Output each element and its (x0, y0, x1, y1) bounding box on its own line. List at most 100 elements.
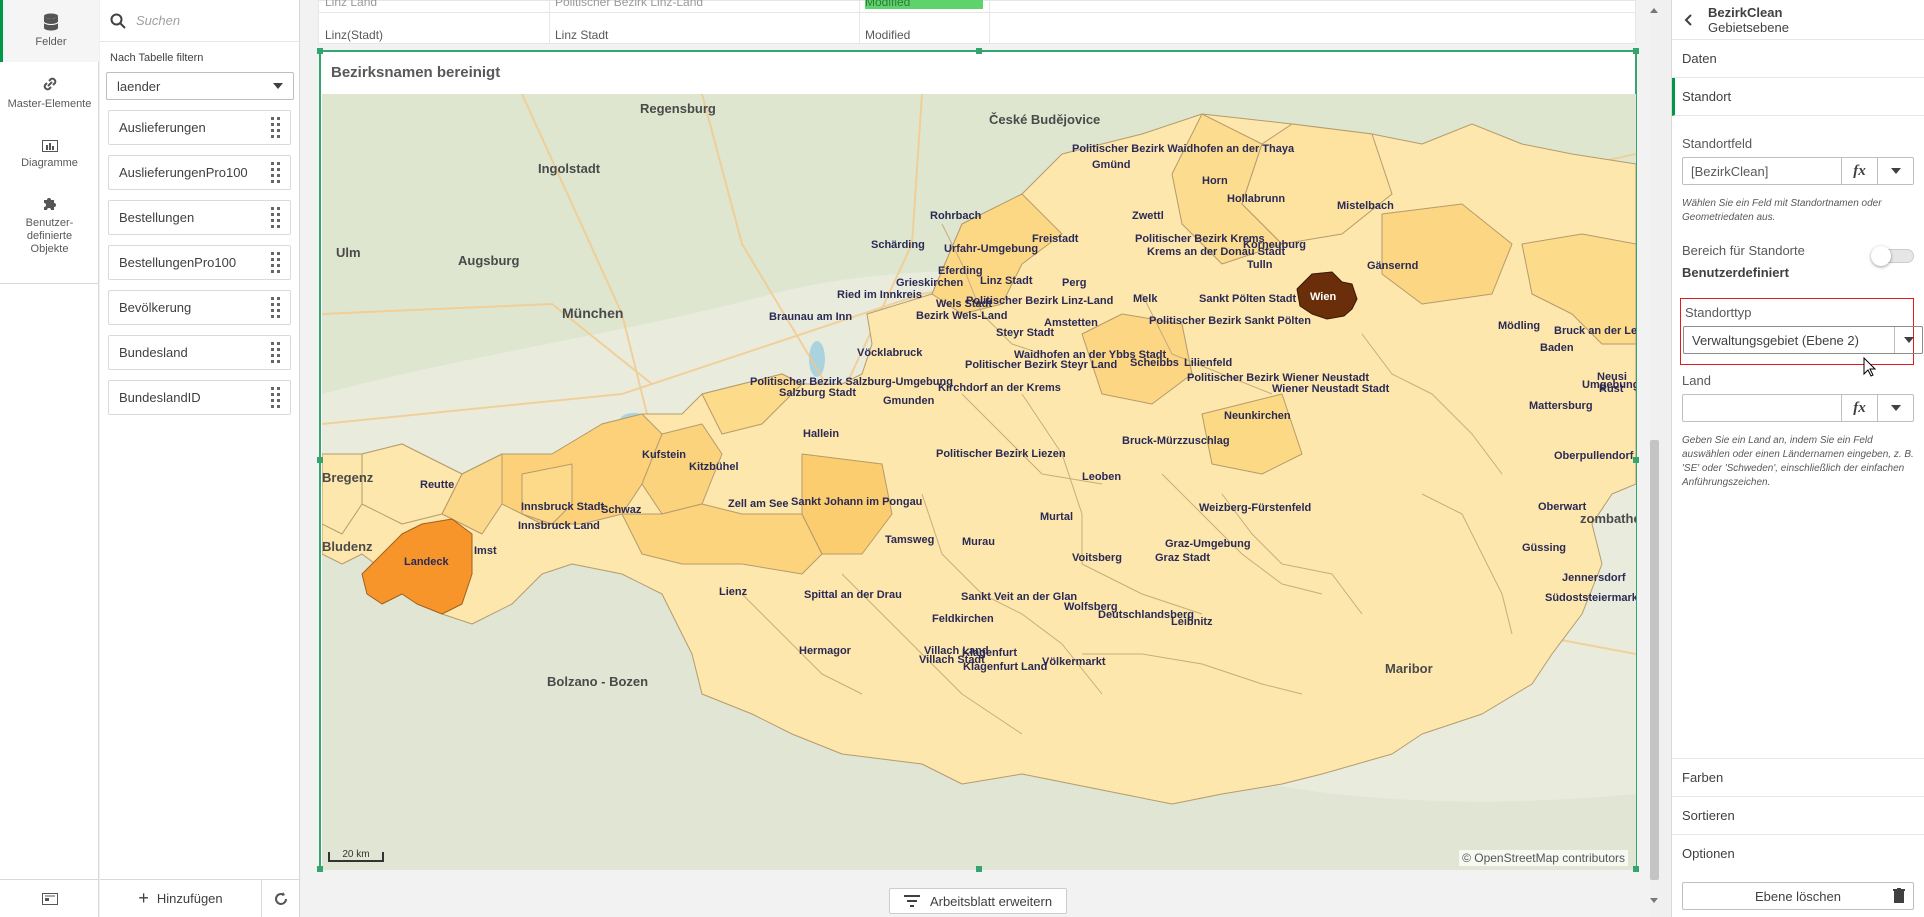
drag-handle-icon[interactable] (271, 297, 280, 318)
district-label[interactable]: Imst (474, 545, 497, 557)
add-button[interactable]: + Hinzufügen (100, 880, 262, 917)
field-item[interactable]: AuslieferungenPro100 (108, 155, 291, 190)
section-sortieren[interactable]: Sortieren (1672, 796, 1924, 834)
district-label[interactable]: Politischer Bezirk Waidhofen an der Thay… (1072, 143, 1295, 155)
range-toggle[interactable] (1871, 246, 1914, 266)
district-label[interactable]: Salzburg Stadt (779, 387, 856, 399)
rail-item-charts[interactable]: Diagramme (0, 124, 99, 186)
resize-handle[interactable] (1633, 48, 1639, 54)
district-label[interactable]: Graz Stadt (1155, 552, 1210, 564)
rail-bottom-button[interactable] (0, 879, 99, 917)
district-label[interactable]: Ried im Innkreis (837, 289, 922, 301)
district-label[interactable]: Korneuburg (1243, 239, 1306, 251)
district-label[interactable]: Grieskirchen (896, 277, 964, 289)
land-value[interactable] (1683, 395, 1841, 421)
district-label[interactable]: Vöcklabruck (857, 347, 923, 359)
district-label[interactable]: Scheibbs (1130, 357, 1179, 369)
district-label[interactable]: Neunkirchen (1224, 410, 1291, 422)
district-label[interactable]: Murau (962, 536, 995, 548)
district-label[interactable]: Sankt Pölten Stadt (1199, 293, 1297, 305)
district-label[interactable]: Mödling (1498, 320, 1540, 332)
district-label[interactable]: Güssing (1522, 542, 1566, 554)
district-label[interactable]: Kufstein (642, 449, 686, 461)
field-item[interactable]: BundeslandID (108, 380, 291, 415)
district-label[interactable]: Lienz (719, 586, 748, 598)
district-label[interactable]: Wels Stadt (936, 298, 992, 310)
district-label[interactable]: Leibnitz (1171, 616, 1213, 628)
resize-handle[interactable] (317, 48, 323, 54)
district-label[interactable]: Gmunden (883, 395, 935, 407)
district-label[interactable]: Gänsernd (1367, 260, 1418, 272)
standortfeld-input[interactable]: [BezirkClean] fx (1682, 157, 1914, 185)
district-label[interactable]: Kirchdorf an der Krems (938, 382, 1061, 394)
district-label[interactable]: Voitsberg (1072, 552, 1122, 564)
drag-handle-icon[interactable] (271, 207, 280, 228)
district-label[interactable]: Graz-Umgebung (1165, 538, 1251, 550)
fx-button[interactable]: fx (1841, 395, 1877, 421)
resize-handle[interactable] (976, 48, 982, 54)
district-label[interactable]: Politischer Bezirk Steyr Land (965, 359, 1117, 371)
district-label[interactable]: Rohrbach (930, 210, 982, 222)
district-label[interactable]: Hallein (803, 428, 839, 440)
district-label[interactable]: Mattersburg (1529, 400, 1593, 412)
dropdown-button[interactable] (1877, 395, 1913, 421)
district-label[interactable]: Wien (1310, 291, 1336, 303)
delete-layer-button[interactable]: Ebene löschen (1682, 882, 1914, 910)
rail-item-custom-objects[interactable]: Benutzer- definierte Objekte (0, 186, 99, 266)
drag-handle-icon[interactable] (271, 252, 280, 273)
district-label[interactable]: Hermagor (799, 645, 852, 657)
refresh-button[interactable] (262, 880, 300, 917)
district-label[interactable]: Mistelbach (1337, 200, 1394, 212)
field-item[interactable]: BestellungenPro100 (108, 245, 291, 280)
search-box[interactable]: Suchen (100, 0, 299, 42)
district-label[interactable]: Schwaz (601, 504, 642, 516)
district-label[interactable]: Schärding (871, 239, 925, 251)
district-label[interactable]: Hollabrunn (1227, 193, 1285, 205)
district-label[interactable]: Braunau am Inn (769, 311, 852, 323)
district-label[interactable]: Perg (1062, 277, 1086, 289)
district-label[interactable]: Jennersdorf (1562, 572, 1626, 584)
district-label[interactable]: Sankt Johann im Pongau (791, 496, 922, 508)
map-viewport[interactable]: Regensburg České Budějovice Ingolstadt A… (322, 94, 1636, 870)
standortfeld-value[interactable]: [BezirkClean] (1683, 158, 1841, 184)
scroll-down-icon[interactable] (1650, 898, 1658, 903)
district-label[interactable]: Oberwart (1538, 501, 1587, 513)
district-label[interactable]: Oberpullendorf (1554, 450, 1634, 462)
district-label[interactable]: Lilienfeld (1184, 357, 1232, 369)
field-item[interactable]: Auslieferungen (108, 110, 291, 145)
map-attribution[interactable]: © OpenStreetMap contributors (1459, 850, 1628, 866)
district-label[interactable]: Südoststeiermark (1545, 592, 1636, 604)
district-label[interactable]: Politischer Bezirk Sankt Pölten (1149, 315, 1311, 327)
section-farben[interactable]: Farben (1672, 758, 1924, 796)
section-daten[interactable]: Daten (1672, 40, 1924, 78)
district-label[interactable]: Tulln (1247, 259, 1273, 271)
expand-sheet-button[interactable]: Arbeitsblatt erweitern (889, 888, 1067, 914)
resize-handle[interactable] (317, 866, 323, 872)
district-label[interactable]: Reutte (420, 479, 454, 491)
resize-handle[interactable] (1633, 457, 1639, 463)
section-optionen[interactable]: Optionen (1672, 834, 1924, 872)
rail-item-fields[interactable]: Felder (0, 0, 99, 62)
section-standort[interactable]: Standort (1672, 78, 1924, 116)
scrollbar-thumb[interactable] (1650, 440, 1659, 880)
district-label[interactable]: Klagenfurt Land (963, 661, 1047, 673)
field-item[interactable]: Bestellungen (108, 200, 291, 235)
drag-handle-icon[interactable] (271, 342, 280, 363)
district-label[interactable]: Horn (1202, 175, 1228, 187)
drag-handle-icon[interactable] (271, 117, 280, 138)
resize-handle[interactable] (1633, 866, 1639, 872)
district-label[interactable]: Bezirk Wels-Land (916, 310, 1008, 322)
district-label[interactable]: Linz Stadt (980, 275, 1033, 287)
district-label[interactable]: Rust (1599, 383, 1624, 395)
map-object[interactable]: Bezirksnamen bereinigt Regensburg České … (317, 48, 1639, 872)
district-label[interactable]: Zell am See (728, 498, 789, 510)
district-label[interactable]: Feldkirchen (932, 613, 994, 625)
district-label[interactable]: Sankt Veit an der Glan (961, 591, 1077, 603)
district-label[interactable]: Tamsweg (885, 534, 934, 546)
dropdown-button[interactable] (1877, 158, 1913, 184)
district-label[interactable]: Politischer Bezirk Liezen (936, 448, 1066, 460)
district-label[interactable]: Urfahr-Umgebung (944, 243, 1038, 255)
district-label[interactable]: Bruck-Mürzzuschlag (1122, 435, 1230, 447)
district-label[interactable]: Zwettl (1132, 210, 1164, 222)
district-label[interactable]: Landeck (404, 556, 450, 568)
